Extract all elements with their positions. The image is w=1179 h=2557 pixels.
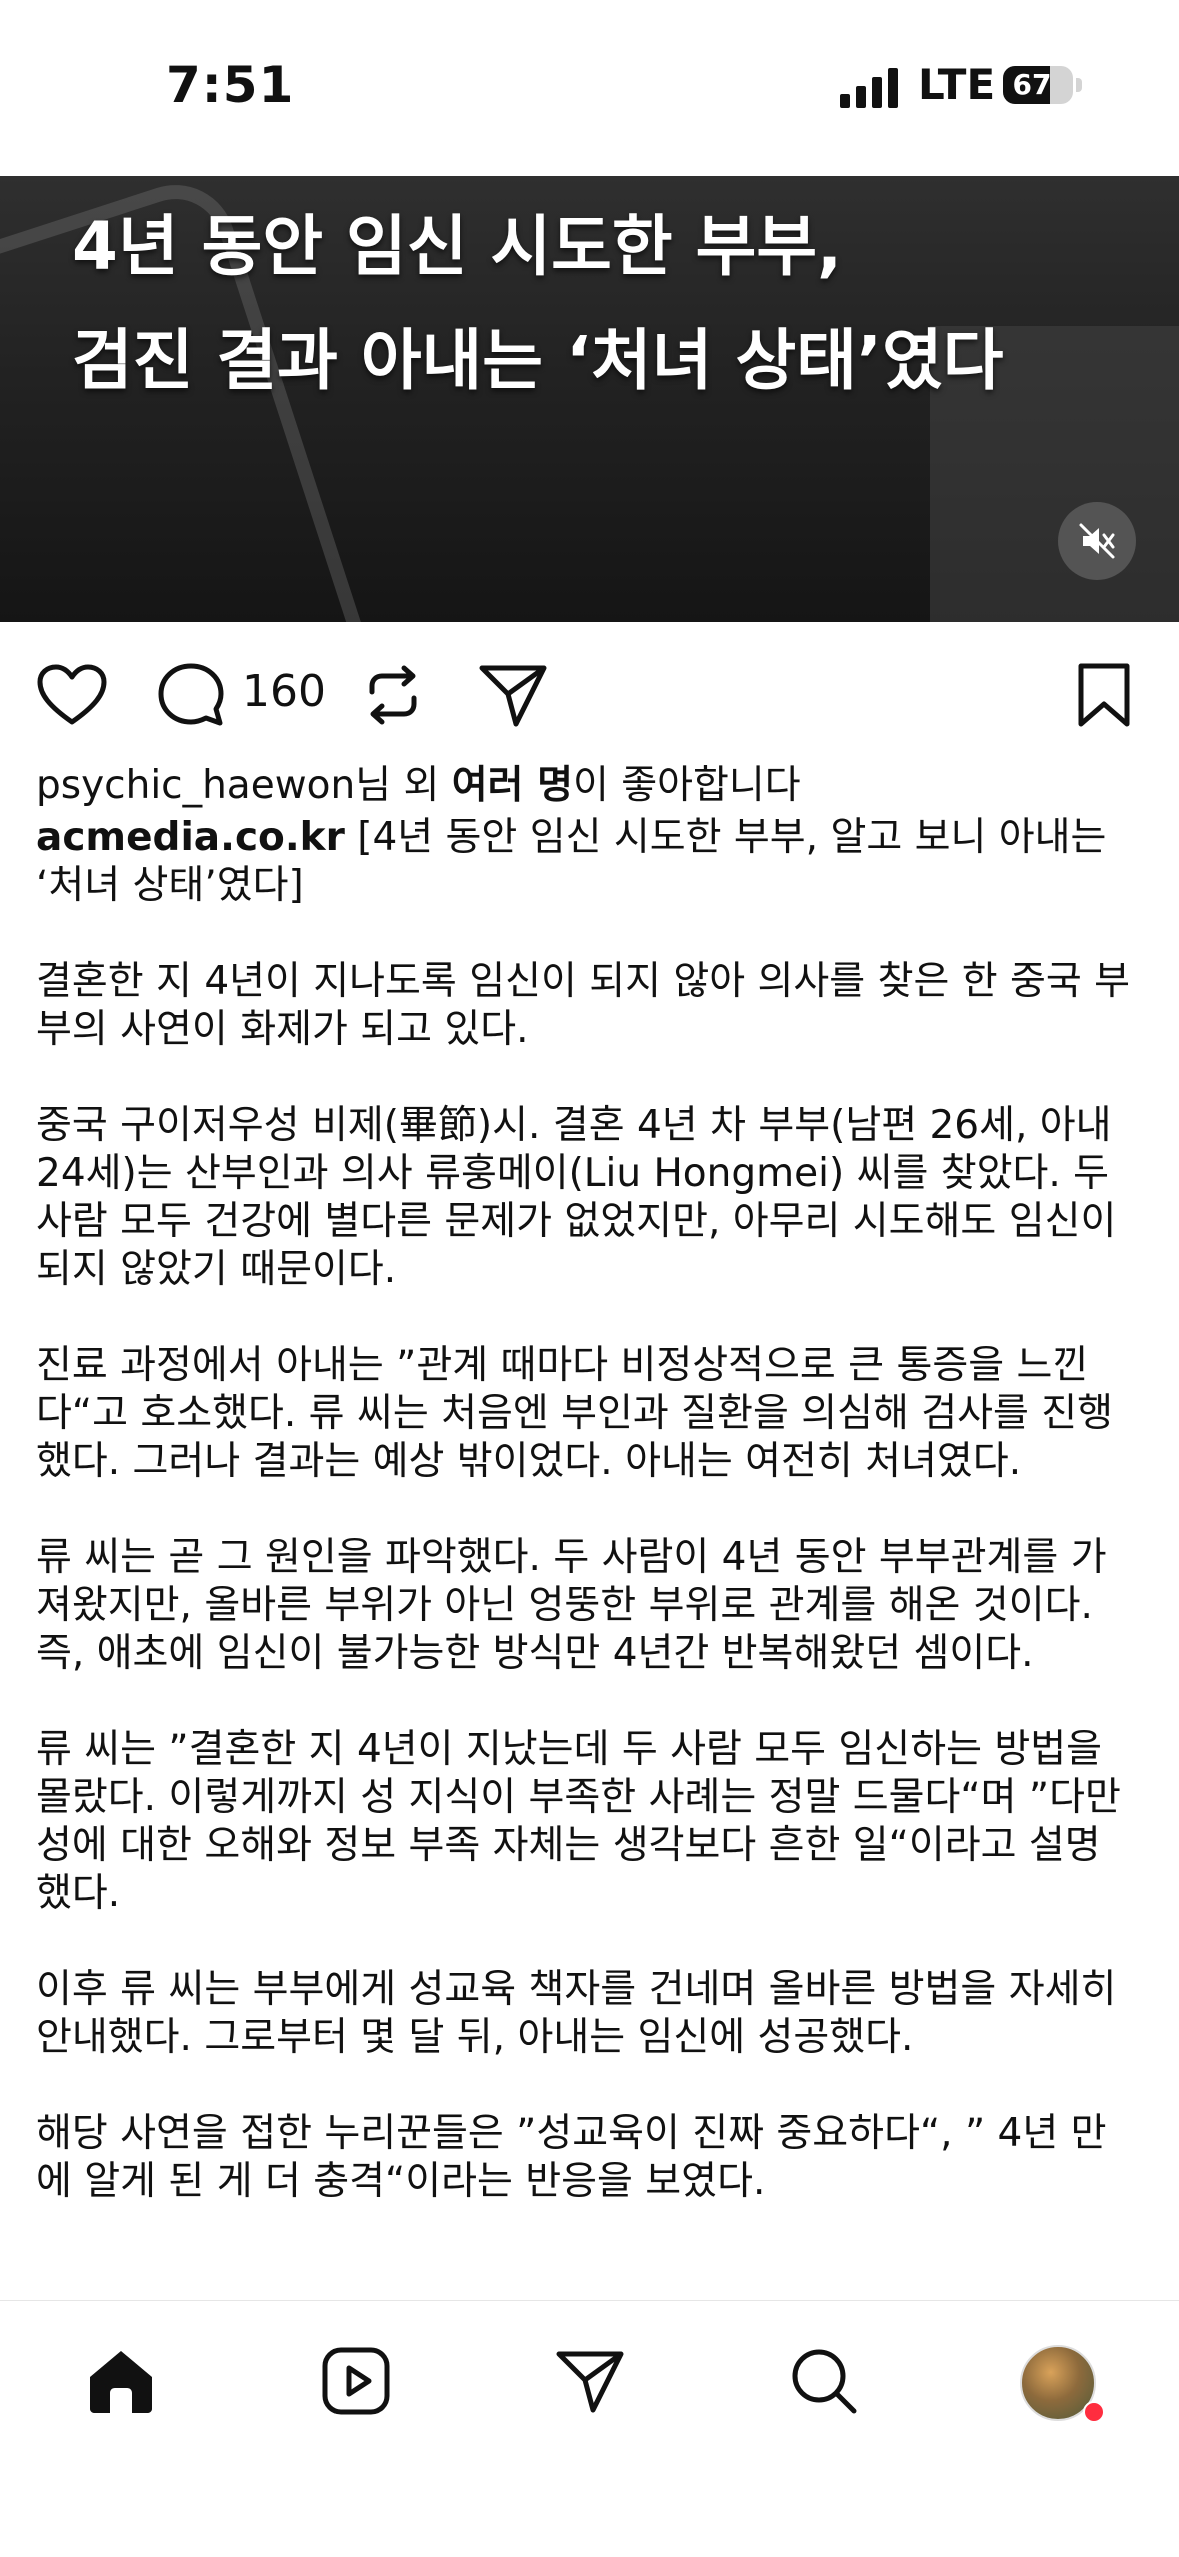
status-bar: 7:51 LTE 67 (0, 0, 1179, 176)
caption-paragraph: 진료 과정에서 아내는 ”관계 때마다 비정상적으로 큰 통증을 느낀다“고 호… (36, 1343, 1114, 1484)
reels-icon (322, 2347, 390, 2415)
battery-percent: 67 (1012, 68, 1052, 101)
caption-paragraph: 결혼한 지 4년이 지나도록 임신이 되지 않아 의사를 찾은 한 중국 부부의… (36, 959, 1131, 1052)
signal-icon (840, 68, 898, 108)
caption-paragraph: 류 씨는 곧 그 원인을 파악했다. 두 사람이 4년 동안 부부관계를 가져왔… (36, 1535, 1107, 1676)
likes-summary[interactable]: psychic_haewon님 외 여러 명이 좋아합니다 (36, 762, 1136, 810)
repost-icon (369, 665, 417, 725)
repost-button[interactable] (360, 662, 426, 728)
battery-tip (1076, 78, 1082, 92)
paper-plane-icon (479, 665, 547, 727)
video-headline-line1: 4년 동안 임신 시도한 부부, (72, 208, 843, 285)
bookmark-icon (1078, 663, 1130, 727)
comment-count[interactable]: 160 (242, 666, 326, 717)
bottom-nav (0, 2300, 1179, 2557)
heart-icon (37, 664, 107, 725)
post-caption: psychic_haewon님 외 여러 명이 좋아합니다 acmedia.co… (36, 762, 1136, 2206)
nav-reels[interactable] (320, 2345, 392, 2417)
liked-by-user[interactable]: psychic_haewon (36, 763, 355, 808)
caption-paragraph: 류 씨는 ”결혼한 지 4년이 지났는데 두 사람 모두 임신하는 방법을 몰랐… (36, 1727, 1121, 1916)
caption-account[interactable]: acmedia.co.kr (36, 815, 345, 860)
nav-search[interactable] (788, 2345, 860, 2417)
notification-dot (1083, 2401, 1105, 2423)
nav-home[interactable] (84, 2345, 158, 2417)
mute-button[interactable] (1058, 502, 1136, 580)
post-video[interactable]: 4년 동안 임신 시도한 부부, 검진 결과 아내는 ‘처녀 상태’였다 (0, 176, 1179, 622)
video-headline-line2: 검진 결과 아내는 ‘처녀 상태’였다 (72, 322, 1004, 399)
comment-bubble-icon (158, 663, 224, 726)
network-type: LTE (918, 60, 996, 109)
likes-suffix: 이 좋아합니다 (572, 763, 801, 808)
caption-paragraph: 중국 구이저우성 비제(畢節)시. 결혼 4년 차 부부(남편 26세, 아내 … (36, 1103, 1117, 1292)
like-button[interactable] (36, 662, 108, 728)
comment-button[interactable] (158, 662, 224, 728)
caption-header: acmedia.co.kr [4년 동안 임신 시도한 부부, 알고 보니 아내… (36, 814, 1136, 910)
likes-others[interactable]: 여러 명 (452, 763, 573, 808)
caption-paragraph: 이후 류 씨는 부부에게 성교육 책자를 건네며 올바른 방법을 자세히 안내했… (36, 1967, 1117, 2060)
likes-connector: 님 외 (355, 763, 452, 808)
home-icon (90, 2351, 152, 2413)
save-button[interactable] (1074, 662, 1134, 728)
battery-icon: 67 (1003, 66, 1073, 104)
paper-plane-icon (556, 2351, 624, 2413)
nav-direct[interactable] (554, 2345, 626, 2417)
post-actions: 160 (0, 622, 1179, 772)
video-headline: 4년 동안 임신 시도한 부부, 검진 결과 아내는 ‘처녀 상태’였다 (72, 190, 1162, 418)
share-button[interactable] (478, 662, 548, 728)
status-time: 7:51 (166, 56, 295, 114)
speaker-muted-icon (1079, 523, 1115, 559)
caption-paragraph: 해당 사연을 접한 누리꾼들은 ”성교육이 진짜 중요하다“, ” 4년 만에 … (36, 2111, 1107, 2204)
search-icon (792, 2349, 857, 2414)
